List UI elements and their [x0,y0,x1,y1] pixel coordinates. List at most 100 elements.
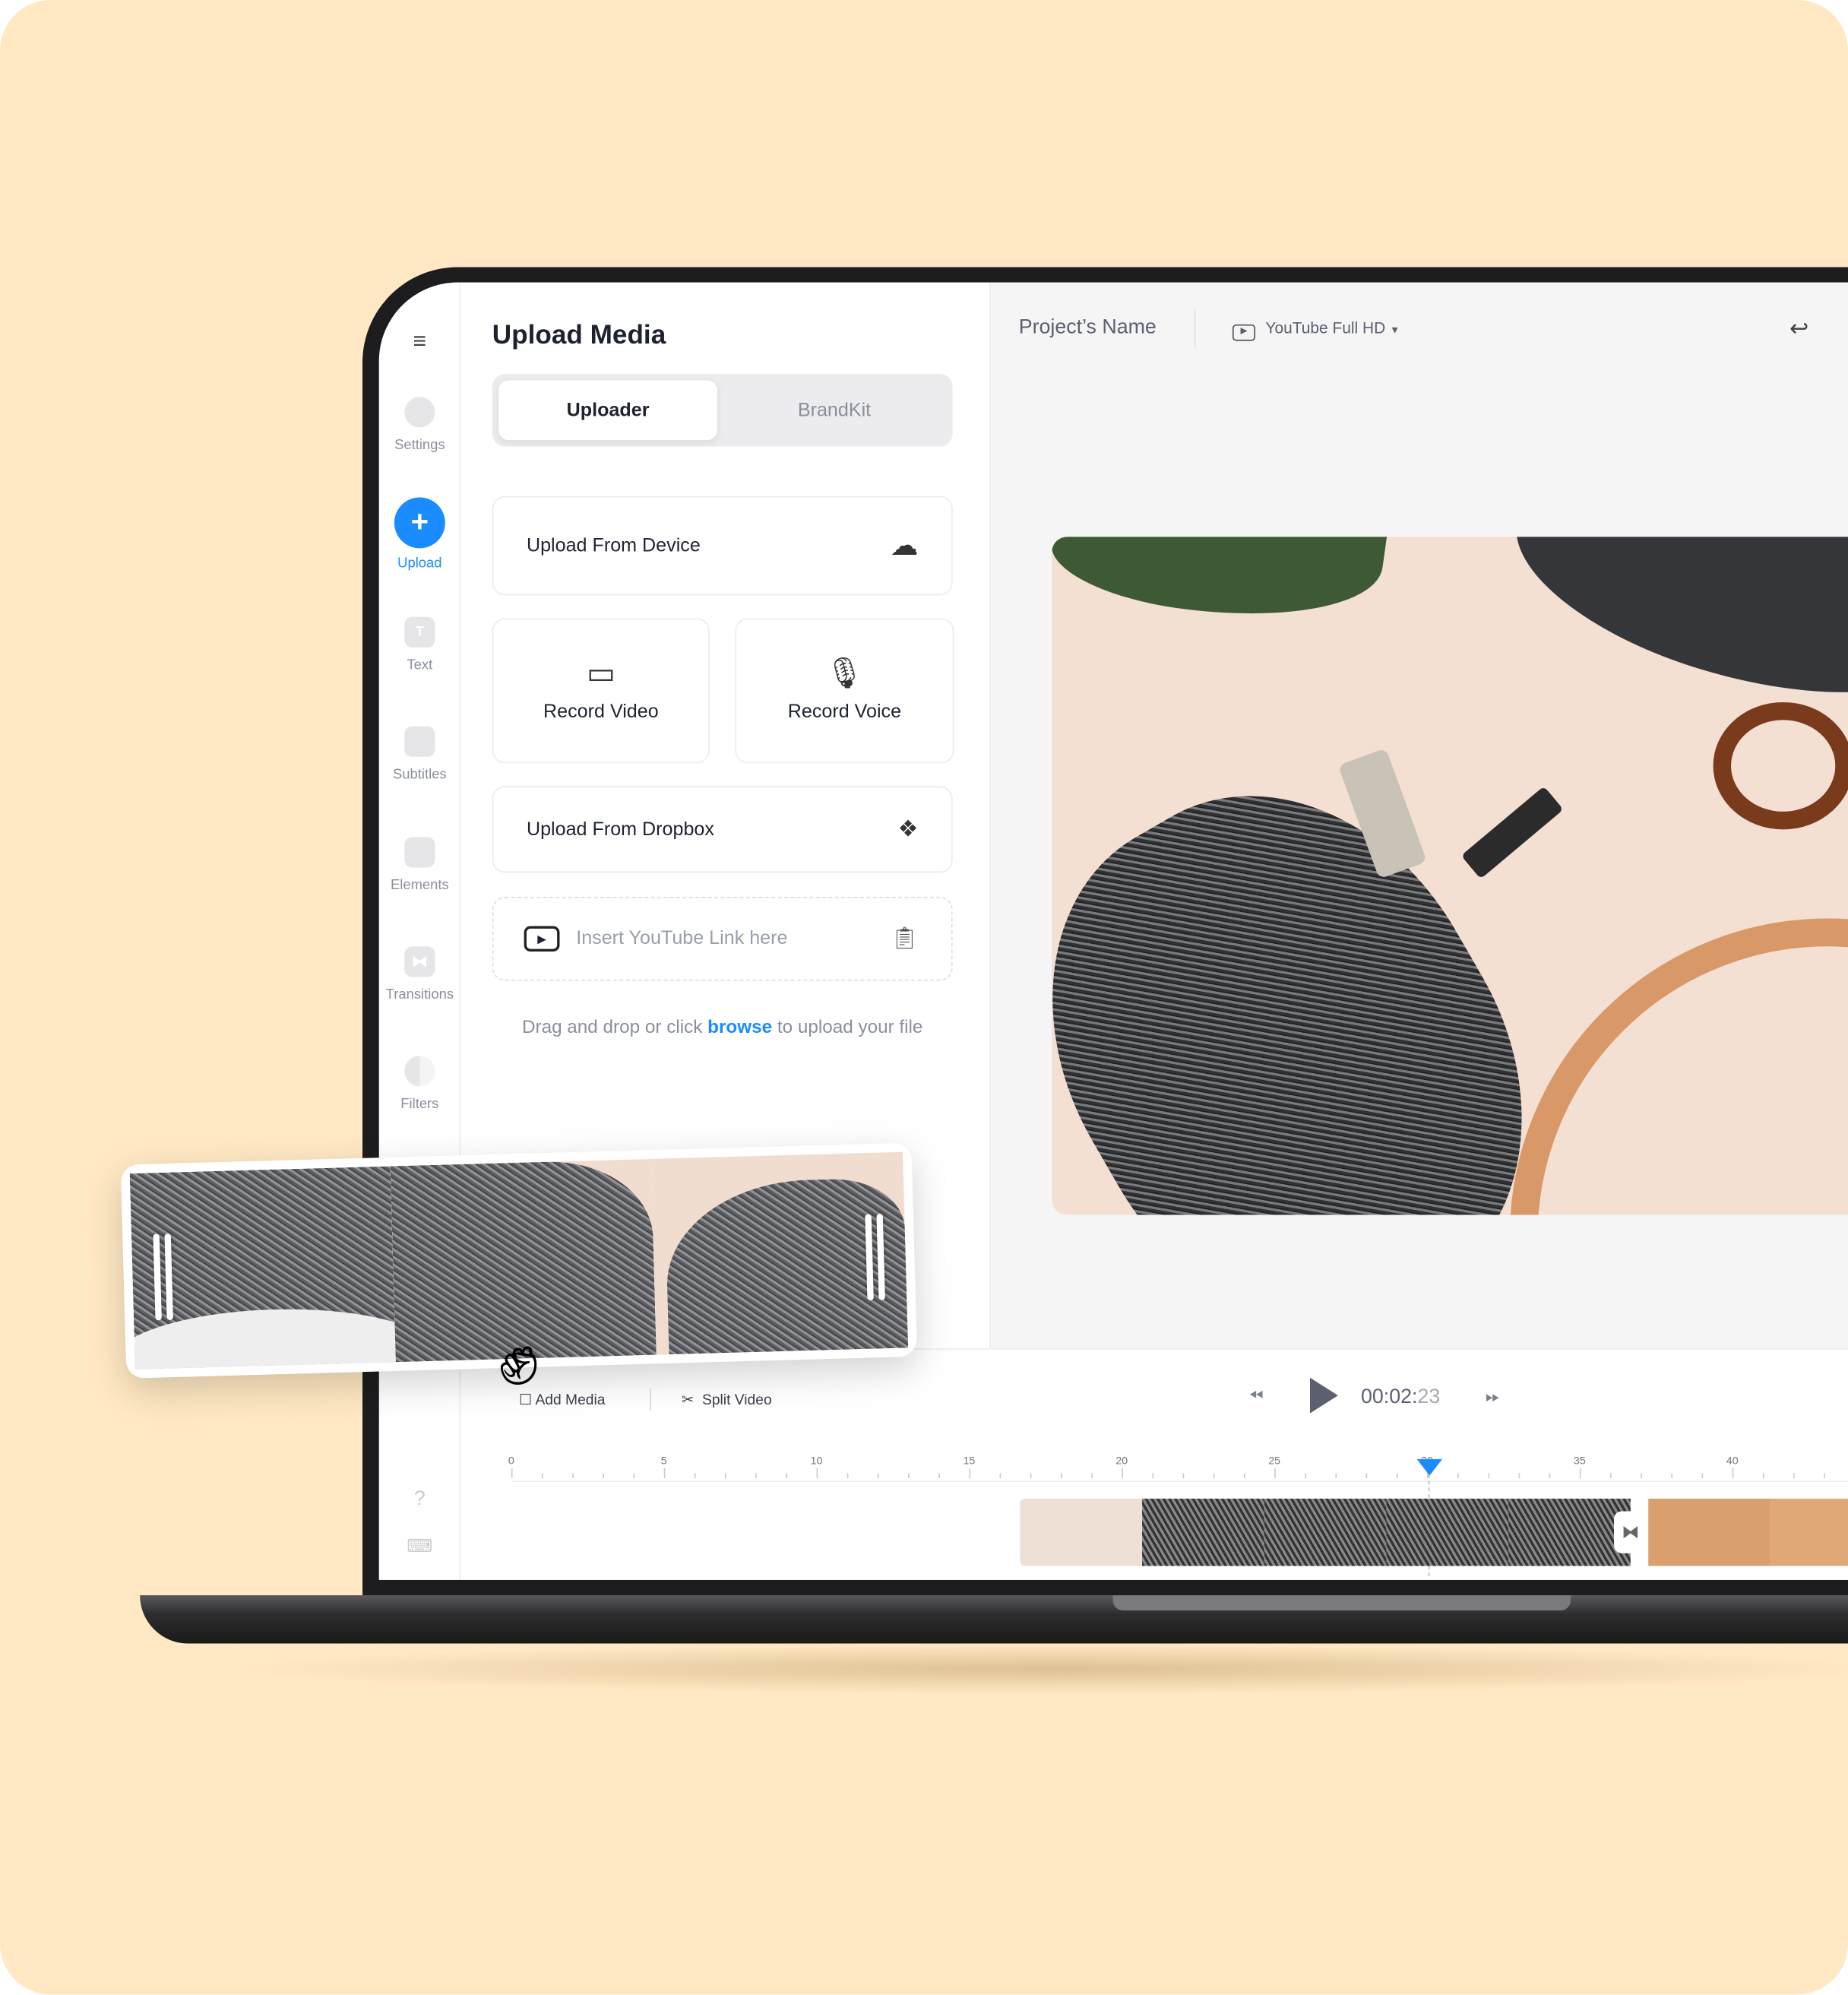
tab-uploader[interactable]: Uploader [498,380,718,441]
rewind-button[interactable]: ⏪︎ [1249,1385,1264,1407]
ruler-tick [603,1473,605,1478]
canvas: ≡ Settings + Upload T Text Subtitles Eleme… [0,0,1848,1995]
clipboard-icon[interactable]: 📋︎ [891,926,918,952]
fast-forward-button[interactable]: ⏩︎ [1486,1385,1500,1407]
ruler-tick-label: 40 [1726,1454,1739,1467]
clip-thumbnail[interactable] [1020,1498,1143,1566]
timeline-clips[interactable]: ⧓ [1020,1498,1848,1566]
sidebar: ≡ Settings + Upload T Text Subtitles Eleme… [378,282,460,1580]
transitions-icon: ⧓ [404,946,435,977]
format-label: YouTube Full HD [1265,319,1386,337]
ruler-tick [1396,1473,1398,1478]
help-icon[interactable]: ? [379,1488,460,1511]
grab-cursor-icon: ✊︎ [498,1318,540,1401]
ruler-tick [1182,1473,1185,1478]
sidebar-item-label: Elements [390,877,449,894]
ruler-tick-label: 15 [963,1454,976,1467]
button-label: Split Video [701,1392,772,1408]
clip-thumbnail[interactable] [1770,1498,1848,1566]
sidebar-item-label: Transitions [385,986,454,1002]
divider [1194,308,1196,349]
record-video-button[interactable]: ▭ Record Video [492,618,710,764]
ruler-tick [908,1473,910,1478]
ruler-tick [1457,1473,1459,1478]
timeline-ruler[interactable]: 0 5 10 15 20 25 30 35 40 [508,1454,1848,1482]
sidebar-item-transitions[interactable]: ⧓ Transitions [379,946,460,1002]
elements-icon [404,837,435,868]
ruler-tick-label: 35 [1573,1454,1586,1467]
sidebar-item-text[interactable]: T Text [379,616,460,673]
upload-from-dropbox-button[interactable]: Upload From Dropbox ❖ [492,786,953,873]
clip-thumbnail[interactable] [1648,1498,1770,1566]
record-voice-button[interactable]: 🎙︎ Record Voice [735,618,954,764]
text-icon: T [404,616,435,648]
play-button[interactable] [1310,1377,1338,1414]
format-dropdown[interactable]: ▶ YouTube Full HD ▼ [1232,319,1400,341]
playhead[interactable] [1416,1458,1443,1476]
clip-thumbnail[interactable] [1264,1498,1387,1566]
sidebar-item-label: Filters [400,1096,439,1112]
ruler-tick [633,1473,635,1478]
subtitles-icon [404,726,435,757]
ruler-tick [511,1468,513,1478]
ruler-tick [786,1473,788,1478]
youtube-icon: ▶ [524,926,560,952]
chevron-down-icon: ▼ [1390,324,1400,336]
divider [650,1388,651,1411]
transition-icon[interactable]: ⧓ [1614,1511,1647,1553]
tab-brandkit[interactable]: BrandKit [721,380,948,440]
ruler-tick [1671,1473,1673,1478]
youtube-icon: ▶ [1232,324,1256,341]
scissors-icon: ✂ [682,1392,695,1408]
clip-thumbnail[interactable] [1508,1498,1631,1566]
ruler-tick [1152,1473,1154,1478]
hint-text: to upload your file [772,1018,923,1038]
leaf-image [1052,537,1389,636]
sidebar-item-settings[interactable]: Settings [379,397,460,453]
ruler-tick [846,1473,849,1478]
lipstick-image [1460,786,1564,879]
ruler-tick-label: 0 [508,1454,514,1467]
ruler-tick [969,1468,971,1478]
clip-thumbnail[interactable] [1386,1498,1509,1566]
ruler-tick [755,1473,757,1478]
ruler-tick [999,1473,1002,1478]
menu-icon[interactable]: ≡ [379,328,460,355]
upload-from-device-button[interactable]: Upload From Device ☁ [492,496,953,596]
ruler-tick [1305,1473,1306,1478]
ruler-tick [1243,1473,1245,1478]
sidebar-item-upload[interactable]: + Upload [379,497,460,572]
sidebar-item-subtitles[interactable]: Subtitles [379,726,460,782]
ruler-tick [1122,1468,1123,1478]
button-label: Record Voice [787,701,902,723]
ruler-tick [1030,1473,1032,1478]
video-preview [1052,537,1848,1215]
ruler-tick-label: 10 [810,1454,823,1467]
filters-icon [404,1056,435,1087]
ruler-tick [1641,1473,1642,1478]
youtube-link-input[interactable]: ▶ Insert YouTube Link here 📋︎ [492,897,953,981]
ruler-tick [1793,1473,1795,1478]
ruler-tick [1488,1473,1490,1478]
project-name[interactable]: Project’s Name [1019,317,1157,340]
upload-hint: Drag and drop or click browse to upload … [460,1018,985,1038]
ruler-tick [1762,1473,1764,1478]
ruler-tick [1060,1473,1062,1478]
clip-thumbnail[interactable] [1142,1498,1264,1566]
time-frames: 23 [1417,1386,1441,1408]
timeline-panel: ☐ Add Media ✂ Split Video ⏪︎ 00:02:23 ⏩︎… [460,1348,1848,1580]
ruler-tick [1610,1473,1612,1478]
sidebar-item-filters[interactable]: Filters [379,1056,460,1112]
ruler-tick [938,1473,940,1478]
youtube-placeholder: Insert YouTube Link here [576,927,788,949]
ruler-tick [1824,1473,1825,1478]
ruler-tick [1335,1473,1337,1478]
time-main: 00:02: [1360,1386,1418,1408]
browse-link[interactable]: browse [707,1018,772,1038]
split-video-button[interactable]: ✂ Split Video [682,1390,772,1408]
sidebar-item-label: Upload [397,556,442,572]
sidebar-item-elements[interactable]: Elements [379,837,460,893]
undo-icon[interactable]: ↩ [1789,315,1808,342]
keyboard-icon[interactable]: ⌨ [379,1535,460,1556]
ruler-tick [1213,1473,1215,1478]
